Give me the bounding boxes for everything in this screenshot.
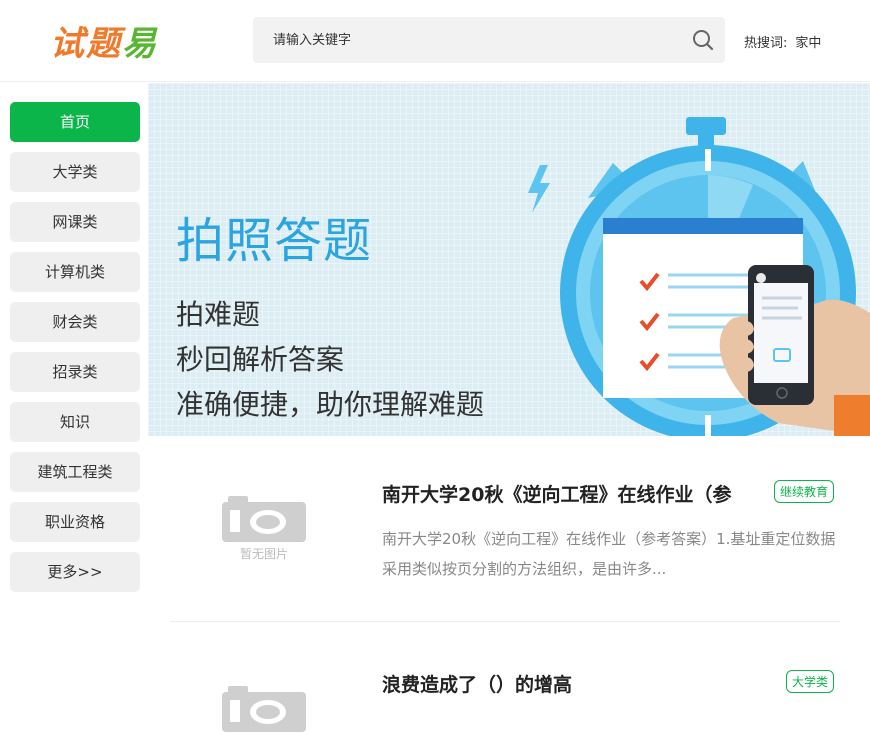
hot-search-label: 热搜词: <box>744 36 788 51</box>
article-title[interactable]: 南开大学20秋《逆向工程》在线作业（参 <box>382 480 762 507</box>
sidebar-item-accounting[interactable]: 财会类 <box>10 302 140 342</box>
sidebar-item-vocational[interactable]: 职业资格 <box>10 502 140 542</box>
logo-char-2: 题 <box>86 23 122 64</box>
hot-search: 热搜词: 家中 <box>744 32 821 51</box>
article-item[interactable]: 暂无图片 南开大学20秋《逆向工程》在线作业（参 继续教育 南开大学20秋《逆向… <box>170 460 840 622</box>
category-tag[interactable]: 继续教育 <box>773 480 834 503</box>
sidebar-item-recruitment[interactable]: 招录类 <box>10 352 140 392</box>
search-input[interactable] <box>253 17 673 63</box>
hot-search-keyword[interactable]: 家中 <box>795 36 821 51</box>
no-image-text: 暂无图片 <box>240 547 288 561</box>
promo-banner[interactable]: 拍照答题 拍难题 秒回解析答案 准确便捷，助你理解难题 <box>148 83 870 436</box>
stopwatch-phone-illustration <box>528 117 870 436</box>
article-title[interactable]: 浪费造成了（）的增高 <box>382 670 762 697</box>
banner-line: 准确便捷，助你理解难题 <box>176 388 485 421</box>
article-description: 南开大学20秋《逆向工程》在线作业（参考答案）1.基址重定位数据采用类似按页分割… <box>382 530 836 578</box>
no-image-placeholder-icon: 暂无图片 <box>222 496 306 561</box>
sidebar-item-knowledge[interactable]: 知识 <box>10 402 140 442</box>
sidebar-item-home[interactable]: 首页 <box>10 102 140 142</box>
sidebar-item-university[interactable]: 大学类 <box>10 152 140 192</box>
category-tag[interactable]: 大学类 <box>785 670 834 693</box>
search-bar <box>253 17 725 63</box>
logo-char-3: 易 <box>122 23 158 64</box>
sidebar-item-construction[interactable]: 建筑工程类 <box>10 452 140 492</box>
sidebar-item-computer[interactable]: 计算机类 <box>10 252 140 292</box>
no-image-placeholder-icon <box>222 686 306 732</box>
banner-title: 拍照答题 <box>176 213 373 269</box>
category-sidebar: 首页 大学类 网课类 计算机类 财会类 招录类 知识 建筑工程类 职业资格 更多… <box>10 102 140 602</box>
header: 试 题 易 热搜词: 家中 <box>0 0 870 82</box>
sidebar-item-online-course[interactable]: 网课类 <box>10 202 140 242</box>
banner-line: 拍难题 <box>176 298 261 331</box>
article-item[interactable]: 浪费造成了（）的增高 大学类 <box>170 650 840 732</box>
banner-line: 秒回解析答案 <box>176 343 345 376</box>
site-logo[interactable]: 试 题 易 <box>50 18 158 64</box>
search-icon[interactable] <box>691 28 715 52</box>
sidebar-item-more[interactable]: 更多>> <box>10 552 140 592</box>
logo-char-1: 试 <box>50 23 86 64</box>
